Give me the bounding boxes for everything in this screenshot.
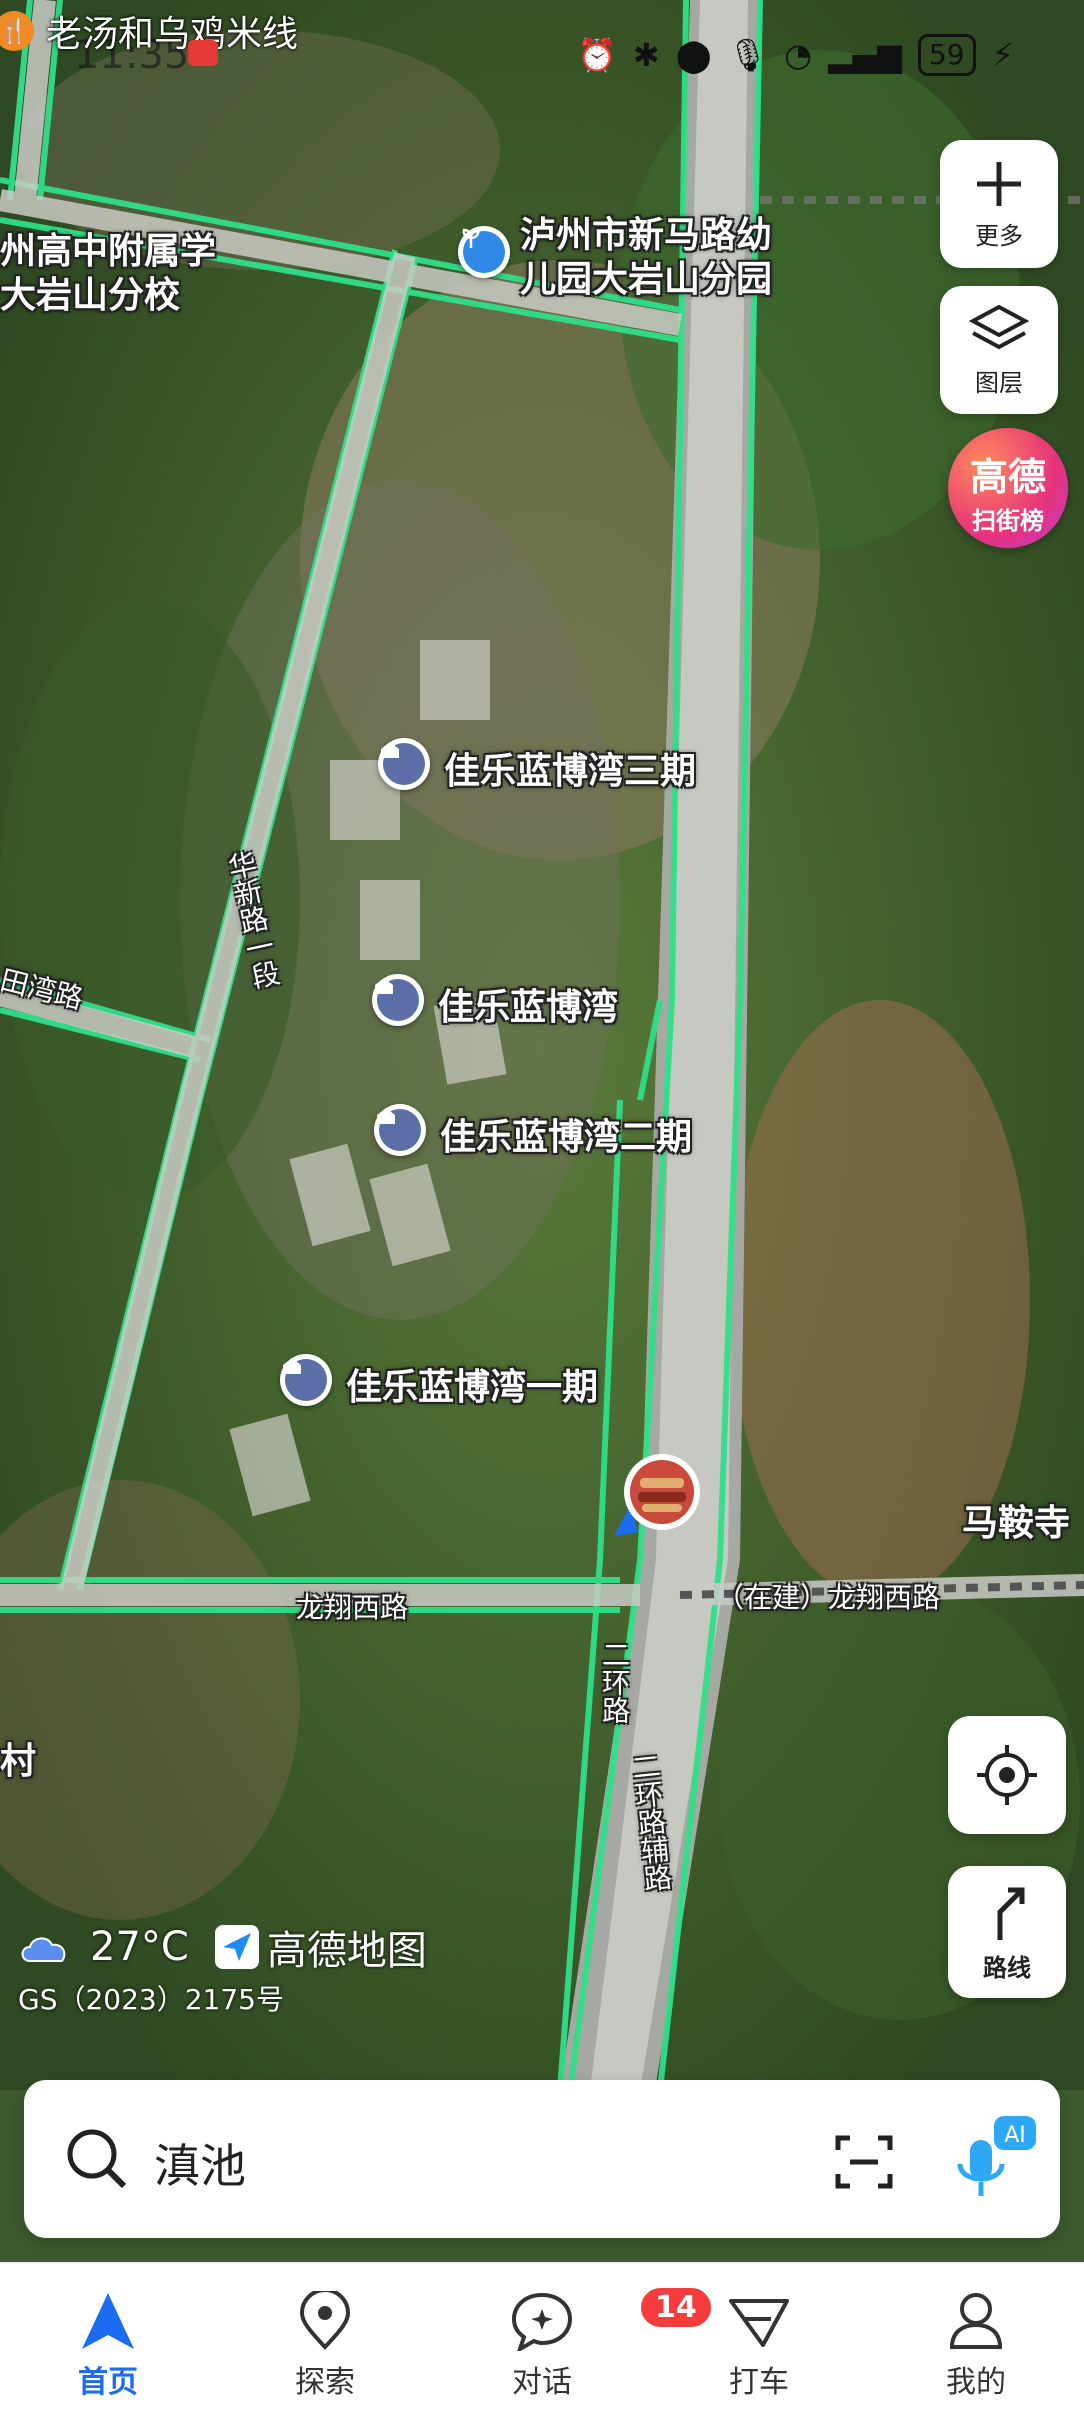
nav-profile[interactable]: 我的 [868, 2263, 1084, 2413]
poi-phase2-label[interactable]: 佳乐蓝博湾二期 [440, 1108, 692, 1160]
map-license: GS（2023）2175号 [18, 1983, 284, 2016]
road-label-ring2: 二环路 [598, 1640, 631, 1724]
layers-icon [969, 304, 1029, 349]
wifi-icon: ◔ [784, 36, 813, 74]
search-input[interactable]: 滇池 [154, 2130, 246, 2196]
nav-taxi-label: 打车 [729, 2365, 789, 2400]
poi-phase1-label[interactable]: 佳乐蓝博湾一期 [346, 1358, 598, 1410]
plus-icon [977, 161, 1021, 206]
residential-poi-icon[interactable] [280, 1354, 332, 1406]
location-pin-icon [299, 2291, 351, 2350]
svg-text:AI: AI [1004, 2123, 1026, 2148]
nav-explore-label: 探索 [295, 2365, 355, 2400]
nav-chat-label: 对话 [512, 2365, 572, 2400]
cloud-icon [21, 1937, 66, 1962]
more-label: 更多 [975, 221, 1023, 250]
temple-label[interactable]: 马鞍寺 [962, 1494, 1070, 1546]
nav-taxi[interactable]: 打车 [651, 2263, 867, 2413]
poi-phase3-label[interactable]: 佳乐蓝博湾三期 [444, 742, 696, 794]
notification-text: 老汤和乌鸡米线 [46, 14, 299, 55]
taxi-flag-icon [729, 2299, 789, 2347]
route-button[interactable]: 路线 [948, 1866, 1066, 1998]
live-notification-chip[interactable]: 🍴 老汤和乌鸡米线 [0, 0, 298, 62]
poi-main-label[interactable]: 佳乐蓝博湾 [438, 978, 618, 1030]
locate-button[interactable] [948, 1716, 1066, 1834]
school-left-label-line2[interactable]: 大岩山分校 [0, 266, 180, 318]
crosshair-icon [977, 1745, 1037, 1805]
route-arrow-icon [997, 1887, 1025, 1940]
nav-profile-label: 我的 [946, 2365, 1006, 2400]
status-bar: 11:35 🍴 老汤和乌鸡米线 ⏰ ✱ ⬤ 🎙 ◔ ▂▄▆ 59 ⚡ [0, 0, 1084, 110]
rank-line2: 扫街榜 [972, 507, 1044, 535]
search-icon [67, 2129, 127, 2189]
nav-home-label: 首页 [78, 2365, 138, 2400]
street-rank-button[interactable]: 高德 扫街榜 [948, 428, 1068, 548]
bluetooth-icon: ✱ [632, 36, 660, 74]
route-label: 路线 [983, 1953, 1031, 1982]
ai-voice-icon[interactable]: AI [954, 2114, 1038, 2204]
rank-line1: 高德 [969, 455, 1046, 499]
amap-logo-icon [214, 1925, 259, 1969]
more-button[interactable]: 更多 [940, 140, 1058, 268]
temperature: 27°C [90, 1924, 189, 1970]
screen-record-icon [188, 40, 218, 66]
search-bar[interactable]: 滇池 AI [24, 2080, 1060, 2238]
road-label-longxiang-construction: （在建）龙翔西路 [716, 1581, 941, 1614]
food-icon: 🍴 [0, 11, 34, 51]
brand-logo: 高德地图 [214, 1918, 427, 1976]
battery-icon: 59 [917, 34, 976, 76]
scan-icon[interactable] [834, 2132, 894, 2192]
bottom-nav: 首页 探索 14 对话 打车 我的 [0, 2262, 1084, 2413]
nav-chat[interactable]: 14 对话 [434, 2263, 714, 2413]
residential-poi-icon[interactable] [378, 738, 430, 790]
residential-poi-icon[interactable] [372, 974, 424, 1026]
current-location-marker[interactable] [612, 1448, 704, 1540]
school-poi-icon[interactable] [458, 226, 510, 278]
satellite-map[interactable]: 泸州市新马路幼 儿园大岩山分园 州高中附属学 大岩山分校 佳乐蓝博湾三期 佳乐蓝… [0, 0, 1084, 2090]
alarm-icon: ⏰ [577, 36, 617, 74]
nav-explore[interactable]: 探索 [217, 2263, 433, 2413]
road-label-longxiang: 龙翔西路 [296, 1591, 409, 1624]
weather-widget[interactable]: 27°C 高德地图 [18, 1918, 427, 1976]
layers-label: 图层 [975, 368, 1023, 397]
location-icon: ⬤ [675, 36, 712, 74]
residential-poi-icon[interactable] [374, 1104, 426, 1156]
kindergarten-label-line2[interactable]: 儿园大岩山分园 [520, 250, 772, 302]
home-arrow-icon [82, 2293, 134, 2349]
charging-icon: ⚡ [991, 36, 1014, 74]
status-icons: ⏰ ✱ ⬤ 🎙 ◔ ▂▄▆ 59 ⚡ [577, 34, 1014, 76]
nav-home[interactable]: 首页 [0, 2263, 216, 2413]
layers-button[interactable]: 图层 [940, 286, 1058, 414]
user-icon [949, 2293, 1003, 2349]
chat-bubble-icon [511, 2292, 573, 2351]
brand-name: 高德地图 [266, 1928, 427, 1974]
village-label[interactable]: 村 [0, 1732, 36, 1784]
mic-icon: 🎙 [727, 36, 769, 74]
signal-icon: ▂▄▆ [828, 36, 902, 74]
